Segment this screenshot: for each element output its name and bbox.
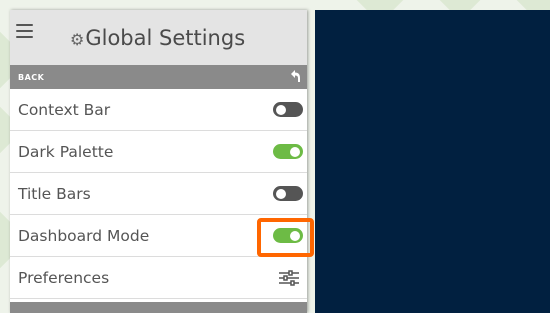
panel-header: ⚙Global Settings bbox=[10, 10, 307, 65]
dark-palette-toggle[interactable] bbox=[273, 144, 303, 159]
panel-footer bbox=[10, 302, 307, 313]
sliders-icon[interactable] bbox=[279, 270, 299, 286]
setting-row-preferences[interactable]: Preferences bbox=[10, 257, 307, 299]
undo-arrow-icon bbox=[291, 70, 300, 82]
setting-label: Context Bar bbox=[18, 100, 111, 119]
context-bar-toggle[interactable] bbox=[273, 102, 303, 117]
setting-row-title-bars: Title Bars bbox=[10, 173, 307, 215]
setting-label: Title Bars bbox=[18, 184, 91, 203]
title-bars-toggle[interactable] bbox=[273, 186, 303, 201]
back-label: BACK bbox=[18, 73, 45, 82]
setting-row-context-bar: Context Bar bbox=[10, 89, 307, 131]
setting-label: Dashboard Mode bbox=[18, 226, 150, 245]
setting-row-dark-palette: Dark Palette bbox=[10, 131, 307, 173]
setting-label: Preferences bbox=[18, 268, 110, 287]
setting-row-dashboard-mode: Dashboard Mode bbox=[10, 215, 307, 257]
page-title-text: Global Settings bbox=[85, 26, 246, 50]
gear-icon: ⚙ bbox=[70, 30, 85, 49]
setting-label: Dark Palette bbox=[18, 142, 114, 161]
back-button[interactable]: BACK bbox=[10, 65, 307, 89]
hamburger-icon[interactable] bbox=[16, 24, 33, 38]
global-settings-panel: ⚙Global Settings BACK Context Bar Dark P… bbox=[10, 10, 307, 313]
dashboard-mode-toggle[interactable] bbox=[273, 228, 303, 243]
dark-content-pane bbox=[315, 10, 550, 313]
page-title: ⚙Global Settings bbox=[70, 26, 245, 50]
